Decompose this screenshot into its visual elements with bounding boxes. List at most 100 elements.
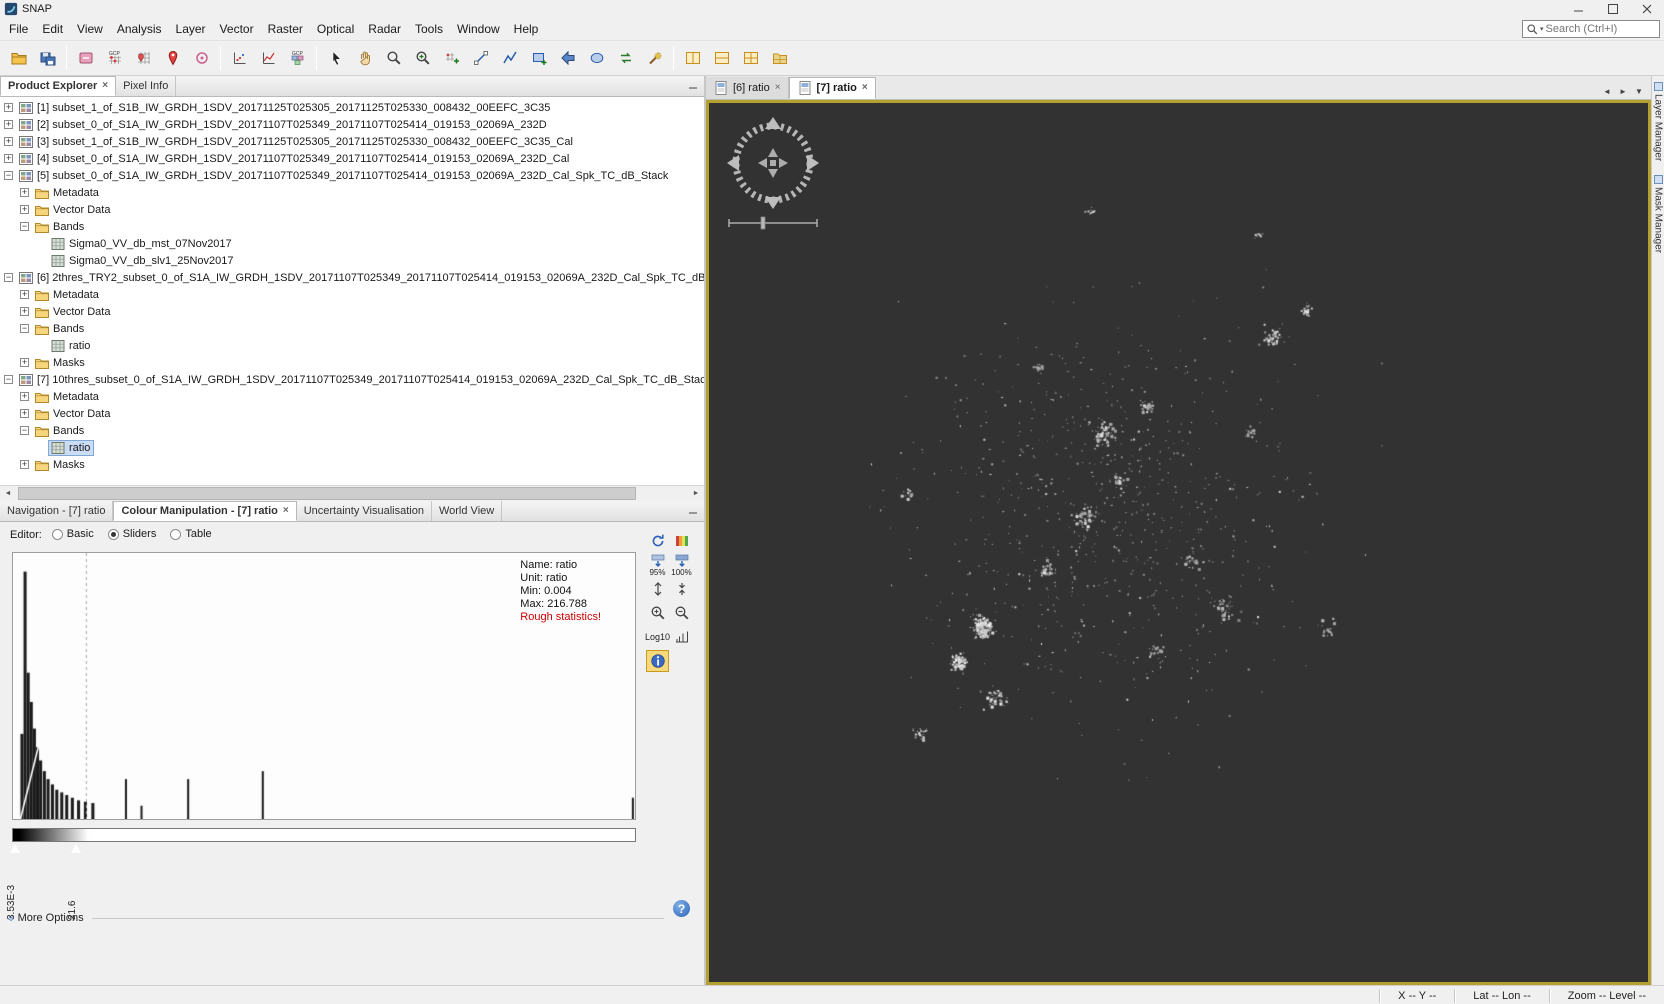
expand-handle-icon[interactable]: + <box>20 392 29 401</box>
collapse-chevron-icon[interactable]: » <box>5 915 16 921</box>
pin-manager-button[interactable] <box>130 45 157 72</box>
tab-product-explorer[interactable]: Product Explorer × <box>0 76 117 96</box>
scrollbar-track[interactable] <box>16 486 688 501</box>
minimize-window-button[interactable] <box>1562 0 1596 18</box>
search-box[interactable]: ▾ <box>1522 20 1660 38</box>
open-button[interactable] <box>5 45 32 72</box>
expand-handle-icon[interactable]: − <box>4 375 13 384</box>
tree-node-box[interactable]: ratio <box>48 338 94 354</box>
info-button[interactable] <box>646 650 669 672</box>
tree-node-box[interactable]: Sigma0_VV_db_slv1_25Nov2017 <box>48 253 238 269</box>
editor-mode-table[interactable]: Table <box>170 528 212 540</box>
expand-handle-icon[interactable]: − <box>20 324 29 333</box>
more-options-label[interactable]: More Options <box>18 912 84 924</box>
pin-button[interactable] <box>159 45 186 72</box>
tree-node-box[interactable]: [3] subset_1_of_S1B_IW_GRDH_1SDV_2017112… <box>16 134 577 150</box>
mask-grid-button[interactable]: GCP <box>284 45 311 72</box>
tree-node-box[interactable]: Vector Data <box>32 406 114 422</box>
expand-handle-icon[interactable]: − <box>4 273 13 282</box>
reset-button[interactable] <box>646 530 669 552</box>
expand-handle-icon[interactable]: + <box>20 290 29 299</box>
menu-tools[interactable]: Tools <box>408 18 450 40</box>
zoomv-in-button[interactable] <box>646 578 669 600</box>
menu-edit[interactable]: Edit <box>35 18 70 40</box>
tab-list-button[interactable]: ▼ <box>1631 83 1647 99</box>
tree-node-box[interactable]: [4] subset_0_of_S1A_IW_GRDH_1SDV_2017110… <box>16 151 573 167</box>
menu-vector[interactable]: Vector <box>213 18 261 40</box>
expand-handle-icon[interactable]: + <box>20 358 29 367</box>
stretch100-button[interactable]: 100% <box>670 554 693 577</box>
tree-node[interactable]: ratio <box>0 337 704 354</box>
expand-handle-icon[interactable]: − <box>4 171 13 180</box>
tree-node[interactable]: + Masks <box>0 456 704 473</box>
draw-polyline-button[interactable] <box>496 45 523 72</box>
histogram-panel[interactable]: Name: ratio Unit: ratio Min: 0.004 Max: … <box>12 552 636 820</box>
expand-handle-icon[interactable]: − <box>20 426 29 435</box>
expand-handle-icon[interactable]: + <box>20 307 29 316</box>
view-tab-6-ratio[interactable]: [6] ratio × <box>706 77 789 99</box>
tree-node[interactable]: + [4] subset_0_of_S1A_IW_GRDH_1SDV_201711… <box>0 150 704 167</box>
minimize-bottom-panel-button[interactable] <box>685 503 701 519</box>
editor-mode-sliders[interactable]: Sliders <box>107 528 156 540</box>
tree-node[interactable]: + [2] subset_0_of_S1A_IW_GRDH_1SDV_201711… <box>0 116 704 133</box>
layout-tile-button[interactable] <box>766 45 793 72</box>
tree-node-box[interactable]: Masks <box>32 457 89 473</box>
expand-handle-icon[interactable]: − <box>20 222 29 231</box>
expand-handle-icon[interactable]: + <box>20 460 29 469</box>
image-canvas[interactable] <box>709 103 1648 982</box>
layout-grid-button[interactable] <box>737 45 764 72</box>
expand-handle-icon[interactable]: + <box>20 409 29 418</box>
scrollbar-thumb[interactable] <box>18 487 637 500</box>
tree-node-box[interactable]: Masks <box>32 355 89 371</box>
menu-raster[interactable]: Raster <box>261 18 310 40</box>
tree-node[interactable]: + [1] subset_1_of_S1B_IW_GRDH_1SDV_201711… <box>0 99 704 116</box>
tree-node-box[interactable]: Metadata <box>32 389 103 405</box>
tree-node[interactable]: + Metadata <box>0 286 704 303</box>
tree-node-box[interactable]: Vector Data <box>32 202 114 218</box>
close-window-button[interactable] <box>1630 0 1664 18</box>
tree-node-box[interactable]: ratio <box>48 439 95 456</box>
magic-wand-button[interactable] <box>641 45 668 72</box>
tree-node[interactable]: − [5] subset_0_of_S1A_IW_GRDH_1SDV_201711… <box>0 167 704 184</box>
slider-thumb-min[interactable] <box>9 843 21 854</box>
tab-colour-manipulation-7-ratio[interactable]: Colour Manipulation - [7] ratio × <box>113 501 297 521</box>
side-tab-layer-manager[interactable]: Layer Manager <box>1653 82 1664 161</box>
tree-node[interactable]: Sigma0_VV_db_slv1_25Nov2017 <box>0 252 704 269</box>
tree-node[interactable]: − Bands <box>0 422 704 439</box>
tree-node[interactable]: ratio <box>0 439 704 456</box>
tree-node[interactable]: + Metadata <box>0 388 704 405</box>
menu-analysis[interactable]: Analysis <box>110 18 169 40</box>
menu-layer[interactable]: Layer <box>169 18 213 40</box>
draw-rect-button[interactable] <box>525 45 552 72</box>
close-tab-icon[interactable]: × <box>775 83 781 93</box>
expand-handle-icon[interactable]: + <box>4 154 13 163</box>
expand-handle-icon[interactable]: + <box>4 120 13 129</box>
tree-node-box[interactable]: Sigma0_VV_db_mst_07Nov2017 <box>48 236 236 252</box>
tab-navigation-7-ratio[interactable]: Navigation - [7] ratio <box>0 501 114 521</box>
tree-node-box[interactable]: [1] subset_1_of_S1B_IW_GRDH_1SDV_2017112… <box>16 100 554 116</box>
image-view[interactable] <box>706 100 1651 985</box>
tree-node[interactable]: + [3] subset_1_of_S1B_IW_GRDH_1SDV_201711… <box>0 133 704 150</box>
view-tab-7-ratio[interactable]: [7] ratio × <box>788 77 876 99</box>
transfer-button[interactable] <box>612 45 639 72</box>
expand-handle-icon[interactable]: + <box>4 137 13 146</box>
zoomv-out-button[interactable] <box>670 578 693 600</box>
slider-thumb-mid[interactable] <box>70 843 82 854</box>
search-input[interactable] <box>1545 23 1659 35</box>
draw-arrow-button[interactable] <box>554 45 581 72</box>
session-button[interactable] <box>72 45 99 72</box>
scroll-tabs-right-button[interactable]: ► <box>1615 83 1631 99</box>
expand-handle-icon[interactable]: + <box>20 188 29 197</box>
tree-node[interactable]: − Bands <box>0 320 704 337</box>
tree-node-box[interactable]: Bands <box>32 219 88 235</box>
zoom-button[interactable] <box>380 45 407 72</box>
tree-node[interactable]: − [7] 10thres_subset_0_of_S1A_IW_GRDH_1SD… <box>0 371 704 388</box>
log-marks-button[interactable] <box>670 626 693 648</box>
tree-node[interactable]: + Vector Data <box>0 303 704 320</box>
tree-node[interactable]: + Vector Data <box>0 405 704 422</box>
tree-node-box[interactable]: Vector Data <box>32 304 114 320</box>
zoom-plus-button[interactable] <box>409 45 436 72</box>
menu-file[interactable]: File <box>2 18 35 40</box>
more-options-row[interactable]: » More Options <box>5 912 664 924</box>
layout-vertical-button[interactable] <box>679 45 706 72</box>
